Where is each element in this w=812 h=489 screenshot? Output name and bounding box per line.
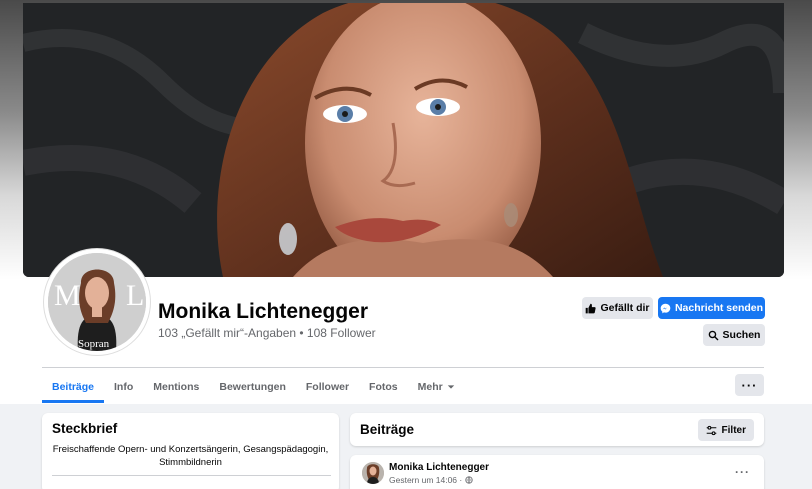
post-options-icon[interactable]: ···	[735, 465, 750, 479]
svg-text:M: M	[54, 279, 81, 312]
tab-followers[interactable]: Follower	[296, 370, 359, 403]
search-button[interactable]: Suchen	[703, 324, 765, 346]
tab-label: Fotos	[369, 380, 398, 393]
picture-overlay-text: Sopran	[78, 338, 110, 350]
tab-photos[interactable]: Fotos	[359, 370, 408, 403]
post-card: Monika Lichtenegger Gestern um 14:06 · ·…	[350, 455, 764, 489]
filter-sliders-icon	[706, 425, 716, 435]
search-button-label: Suchen	[722, 329, 761, 341]
intro-card-title: Steckbrief	[52, 421, 118, 436]
post-timestamp[interactable]: Gestern um 14:06 ·	[389, 475, 473, 485]
thumbs-up-icon	[586, 303, 597, 313]
profile-picture[interactable]: M L Sopran	[44, 249, 150, 355]
profile-stats[interactable]: 103 „Gefällt mir“-Angaben • 108 Follower	[158, 326, 376, 340]
tab-reviews[interactable]: Bewertungen	[209, 370, 296, 403]
search-icon	[708, 330, 718, 340]
tab-label: Info	[114, 380, 134, 393]
tab-info[interactable]: Info	[104, 370, 143, 403]
intro-bio-text: Freischaffende Opern- und Konzertsängeri…	[52, 444, 329, 468]
tab-label: Bewertungen	[219, 380, 286, 393]
post-time-text: Gestern um 14:06 ·	[389, 475, 463, 485]
cover-photo[interactable]	[23, 3, 784, 277]
tab-label: Beiträge	[52, 380, 95, 393]
ellipsis-icon: ···	[741, 377, 758, 393]
svg-text:L: L	[126, 279, 144, 312]
posts-header-title: Beiträge	[360, 422, 415, 437]
tab-posts[interactable]: Beiträge	[42, 370, 105, 403]
tab-more[interactable]: Mehr	[408, 370, 465, 403]
send-message-label: Nachricht senden	[674, 302, 764, 314]
like-button-label: Gefällt dir	[600, 302, 650, 314]
globe-icon	[465, 476, 473, 484]
posts-header-card: Beiträge Filter	[350, 413, 764, 446]
messenger-icon	[660, 303, 671, 313]
post-author[interactable]: Monika Lichtenegger	[389, 462, 489, 473]
tab-label: Mentions	[153, 380, 200, 393]
avatar[interactable]	[362, 462, 384, 484]
caret-down-icon	[447, 384, 454, 389]
send-message-button[interactable]: Nachricht senden	[658, 297, 765, 319]
more-options-button[interactable]: ···	[735, 374, 764, 396]
tab-label: Mehr	[417, 380, 443, 393]
tab-label: Follower	[305, 380, 350, 393]
filter-button-label: Filter	[721, 424, 746, 436]
profile-tabs: Beiträge Info Mentions Bewertungen Follo…	[42, 370, 465, 403]
header-divider	[42, 367, 764, 368]
intro-divider	[52, 475, 331, 476]
filter-button[interactable]: Filter	[697, 419, 754, 441]
like-button[interactable]: Gefällt dir	[582, 297, 653, 319]
page-title: Monika Lichtenegger	[158, 300, 369, 323]
intro-card: Steckbrief Freischaffende Opern- und Kon…	[42, 413, 339, 489]
tab-mentions[interactable]: Mentions	[143, 370, 209, 403]
